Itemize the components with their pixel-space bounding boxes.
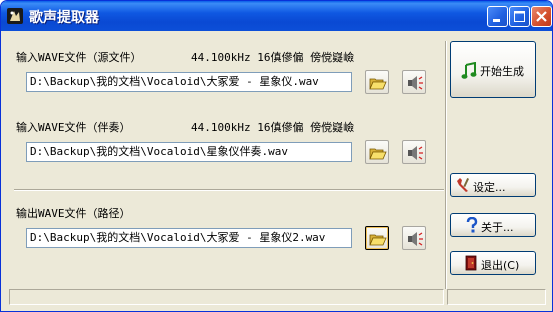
source-format-info: 44.100kHz 16傎傪偏 傍傥嶷嶮 (191, 51, 355, 64)
output-play-button[interactable] (402, 226, 426, 250)
section-divider (14, 189, 444, 191)
start-generate-label: 开始生成 (480, 65, 524, 78)
speaker-icon (408, 146, 423, 160)
music-note-icon (461, 62, 477, 79)
status-pane-main (9, 289, 444, 305)
source-label: 输入WAVE文件（源文件） (16, 51, 142, 64)
speaker-icon (408, 76, 423, 90)
output-browse-button[interactable] (365, 226, 389, 250)
tools-icon (457, 178, 470, 192)
folder-open-icon (369, 78, 387, 90)
accompaniment-browse-button[interactable] (365, 140, 389, 164)
close-icon (536, 11, 547, 22)
question-icon (466, 217, 478, 233)
start-generate-button[interactable]: 开始生成 (450, 41, 536, 98)
accompaniment-label: 输入WAVE文件（伴奏） (16, 121, 131, 134)
accompaniment-path-field[interactable]: D:\Backup\我的文档\Vocaloid\星象仪伴奏.wav (26, 142, 352, 162)
title-bar[interactable]: 歌声提取器 (1, 1, 552, 31)
minimize-icon (493, 19, 500, 22)
window-title: 歌声提取器 (29, 10, 99, 26)
minimize-button[interactable] (487, 6, 508, 27)
close-button[interactable] (531, 6, 552, 27)
status-pane-side (447, 289, 546, 305)
exit-door-icon (465, 255, 477, 271)
about-button[interactable]: 关于... (450, 213, 536, 237)
settings-button[interactable]: 设定... (450, 173, 536, 197)
accompaniment-format-info: 44.100kHz 16傎傪偏 傍傥嶷嶮 (191, 121, 355, 134)
speaker-icon (408, 232, 423, 246)
maximize-button[interactable] (509, 6, 530, 27)
app-icon (6, 7, 24, 25)
folder-open-icon (369, 148, 387, 160)
folder-open-icon (369, 234, 387, 246)
exit-button[interactable]: 退出(C) (450, 251, 536, 275)
exit-label: 退出(C) (481, 259, 520, 272)
output-label: 输出WAVE文件（路径） (16, 207, 131, 220)
source-browse-button[interactable] (365, 70, 389, 94)
accompaniment-play-button[interactable] (402, 140, 426, 164)
source-play-button[interactable] (402, 70, 426, 94)
output-path-field[interactable]: D:\Backup\我的文档\Vocaloid\大冢爱 - 星象仪2.wav (26, 228, 352, 248)
maximize-icon (514, 11, 525, 22)
source-path-field[interactable]: D:\Backup\我的文档\Vocaloid\大冢爱 - 星象仪.wav (26, 72, 352, 92)
settings-label: 设定... (473, 181, 506, 194)
about-label: 关于... (481, 221, 514, 234)
vertical-divider (445, 41, 447, 289)
app-window: 歌声提取器 输入WAVE文件（源文件） 44.100kHz 16傎傪偏 傍傥嶷嶮… (0, 0, 553, 312)
dialog-body: 输入WAVE文件（源文件） 44.100kHz 16傎傪偏 傍傥嶷嶮 D:\Ba… (4, 31, 549, 308)
